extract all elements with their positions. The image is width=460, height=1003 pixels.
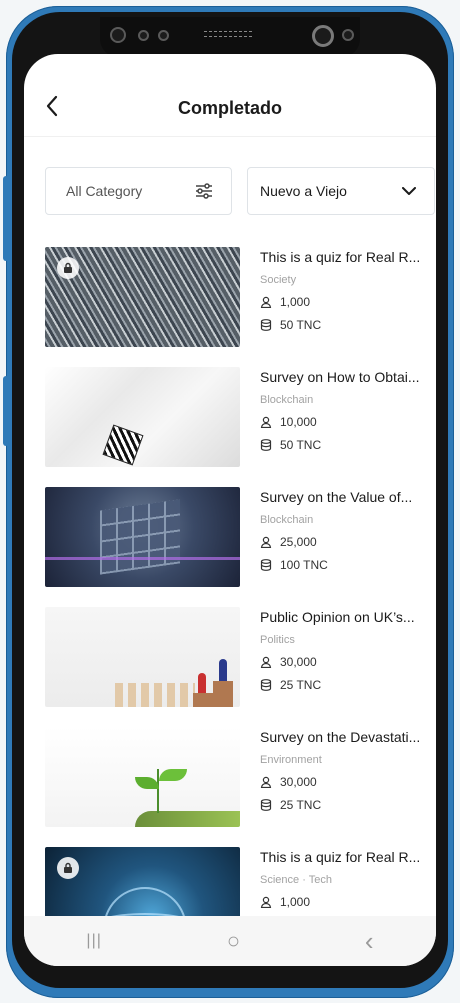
- survey-title: Survey on How to Obtai...: [260, 369, 420, 385]
- system-nav-bar: ||| ○ ‹: [24, 916, 436, 966]
- participants-count: 1,000: [280, 895, 311, 909]
- survey-thumbnail: [45, 487, 240, 587]
- earpiece-speaker: [204, 31, 252, 37]
- sprout-leaf: [159, 769, 187, 781]
- red-figure: [198, 673, 206, 693]
- survey-title: Survey on the Devastati...: [260, 729, 421, 745]
- reward-amount: 25 TNC: [280, 678, 322, 692]
- survey-list-item[interactable]: Public Opinion on UK’s... Politics 30,00…: [45, 607, 435, 709]
- sort-dropdown[interactable]: Nuevo a Viejo: [247, 167, 435, 215]
- reward-row: 50 TNC: [260, 438, 436, 452]
- survey-thumbnail: [45, 247, 240, 347]
- blue-figure: [219, 659, 227, 681]
- person-icon: [260, 896, 272, 908]
- survey-title: This is a quiz for Real R...: [260, 849, 421, 865]
- cube-graphic: [100, 499, 180, 575]
- participants-row: 10,000: [260, 415, 436, 429]
- survey-thumbnail: [45, 607, 240, 707]
- chevron-down-icon: [402, 186, 416, 195]
- sensor-icon: [342, 29, 354, 41]
- survey-title: Public Opinion on UK’s...: [260, 609, 415, 625]
- podium: [193, 693, 233, 707]
- reward-amount: 100 TNC: [280, 558, 328, 572]
- reward-row: 50 TNC: [260, 318, 436, 332]
- recent-apps-button[interactable]: |||: [86, 932, 101, 950]
- survey-title: This is a quiz for Real R...: [260, 249, 421, 265]
- sensor-icon: [138, 30, 149, 41]
- reward-row: 100 TNC: [260, 558, 436, 572]
- participants-count: 30,000: [280, 775, 317, 789]
- survey-category: Science · Tech: [260, 874, 332, 886]
- home-button[interactable]: ○: [227, 928, 240, 954]
- light-streak: [45, 557, 240, 560]
- survey-info: Public Opinion on UK’s... Politics 30,00…: [260, 609, 436, 692]
- filter-bar: All Category Nuevo a Viejo: [45, 167, 435, 217]
- coin-stack-icon: [260, 319, 272, 331]
- person-icon: [260, 536, 272, 548]
- podium: [213, 681, 233, 693]
- survey-info: This is a quiz for Real R... Society 1,0…: [260, 249, 436, 332]
- survey-category: Blockchain: [260, 394, 314, 406]
- survey-title: Survey on the Value of...: [260, 489, 413, 505]
- participants-row: 1,000: [260, 895, 436, 909]
- survey-info: Survey on How to Obtai... Blockchain 10,…: [260, 369, 436, 452]
- participants-row: 30,000: [260, 655, 436, 669]
- coin-stack-icon: [260, 559, 272, 571]
- phone-side-button: [3, 376, 9, 446]
- category-filter-label: All Category: [66, 183, 143, 199]
- app-header: Completado: [24, 54, 436, 137]
- peg-figures: [115, 683, 195, 707]
- reward-amount: 25 TNC: [280, 798, 322, 812]
- coin-stack-icon: [260, 799, 272, 811]
- sort-dropdown-label: Nuevo a Viejo: [260, 183, 347, 199]
- survey-thumbnail: [45, 727, 240, 827]
- survey-category: Politics: [260, 634, 295, 646]
- lock-icon: [57, 257, 79, 279]
- person-icon: [260, 776, 272, 788]
- system-back-button[interactable]: ‹: [365, 926, 374, 957]
- survey-list-item[interactable]: Survey on the Value of... Blockchain 25,…: [45, 487, 435, 589]
- phone-notch: [100, 17, 360, 57]
- coin-stack-icon: [260, 679, 272, 691]
- survey-info: Survey on the Value of... Blockchain 25,…: [260, 489, 436, 572]
- participants-row: 1,000: [260, 295, 436, 309]
- survey-info: This is a quiz for Real R... Science · T…: [260, 849, 436, 909]
- front-camera-icon: [110, 27, 126, 43]
- person-icon: [260, 416, 272, 428]
- survey-thumbnail: [45, 367, 240, 467]
- coin-stack-icon: [260, 439, 272, 451]
- reward-row: 25 TNC: [260, 798, 436, 812]
- survey-list-item[interactable]: Survey on the Devastati... Environment 3…: [45, 727, 435, 829]
- survey-category: Blockchain: [260, 514, 314, 526]
- lock-icon: [57, 857, 79, 879]
- app-screen: Completado All Category Nuevo a Viejo Th…: [24, 54, 436, 966]
- soil-mound: [135, 811, 240, 827]
- reward-amount: 50 TNC: [280, 318, 322, 332]
- sensor-icon: [158, 30, 169, 41]
- participants-row: 30,000: [260, 775, 436, 789]
- page-title: Completado: [177, 98, 282, 118]
- participants-count: 1,000: [280, 295, 311, 309]
- survey-list-item[interactable]: This is a quiz for Real R... Society 1,0…: [45, 247, 435, 349]
- category-filter[interactable]: All Category: [45, 167, 232, 215]
- front-camera-icon: [312, 25, 334, 47]
- person-icon: [260, 296, 272, 308]
- participants-row: 25,000: [260, 535, 436, 549]
- participants-count: 30,000: [280, 655, 317, 669]
- person-icon: [260, 656, 272, 668]
- sprout-stem: [157, 769, 159, 813]
- sprout-leaf: [135, 777, 159, 789]
- phone-side-button: [3, 176, 9, 261]
- survey-info: Survey on the Devastati... Environment 3…: [260, 729, 436, 812]
- survey-list-item[interactable]: Survey on How to Obtai... Blockchain 10,…: [45, 367, 435, 469]
- participants-count: 25,000: [280, 535, 317, 549]
- reward-amount: 50 TNC: [280, 438, 322, 452]
- survey-category: Society: [260, 274, 297, 286]
- reward-row: 25 TNC: [260, 678, 436, 692]
- survey-category: Environment: [260, 754, 322, 766]
- qr-cube-graphic: [102, 424, 144, 466]
- participants-count: 10,000: [280, 415, 317, 429]
- sliders-icon: [196, 183, 212, 199]
